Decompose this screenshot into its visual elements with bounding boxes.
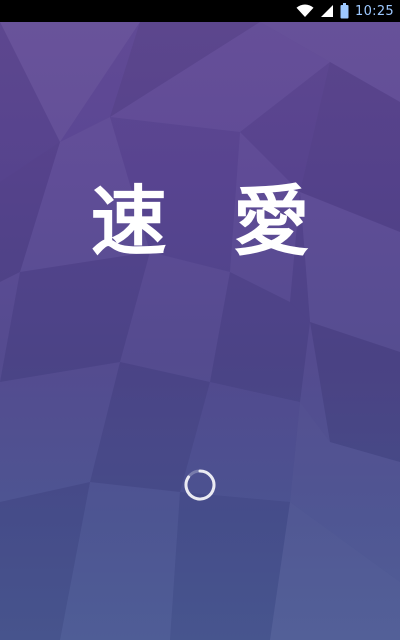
wifi-icon	[296, 4, 314, 18]
clock: 10:25	[355, 3, 394, 19]
signal-icon	[320, 4, 334, 18]
loading-spinner-icon	[184, 469, 216, 501]
app-title: 速 愛	[90, 177, 330, 266]
status-bar: 10:25	[0, 0, 400, 22]
battery-icon	[340, 3, 349, 19]
splash-background: 速 愛	[0, 22, 400, 640]
low-poly-pattern	[0, 22, 400, 640]
splash-screen: 10:25 速 愛	[0, 0, 400, 640]
